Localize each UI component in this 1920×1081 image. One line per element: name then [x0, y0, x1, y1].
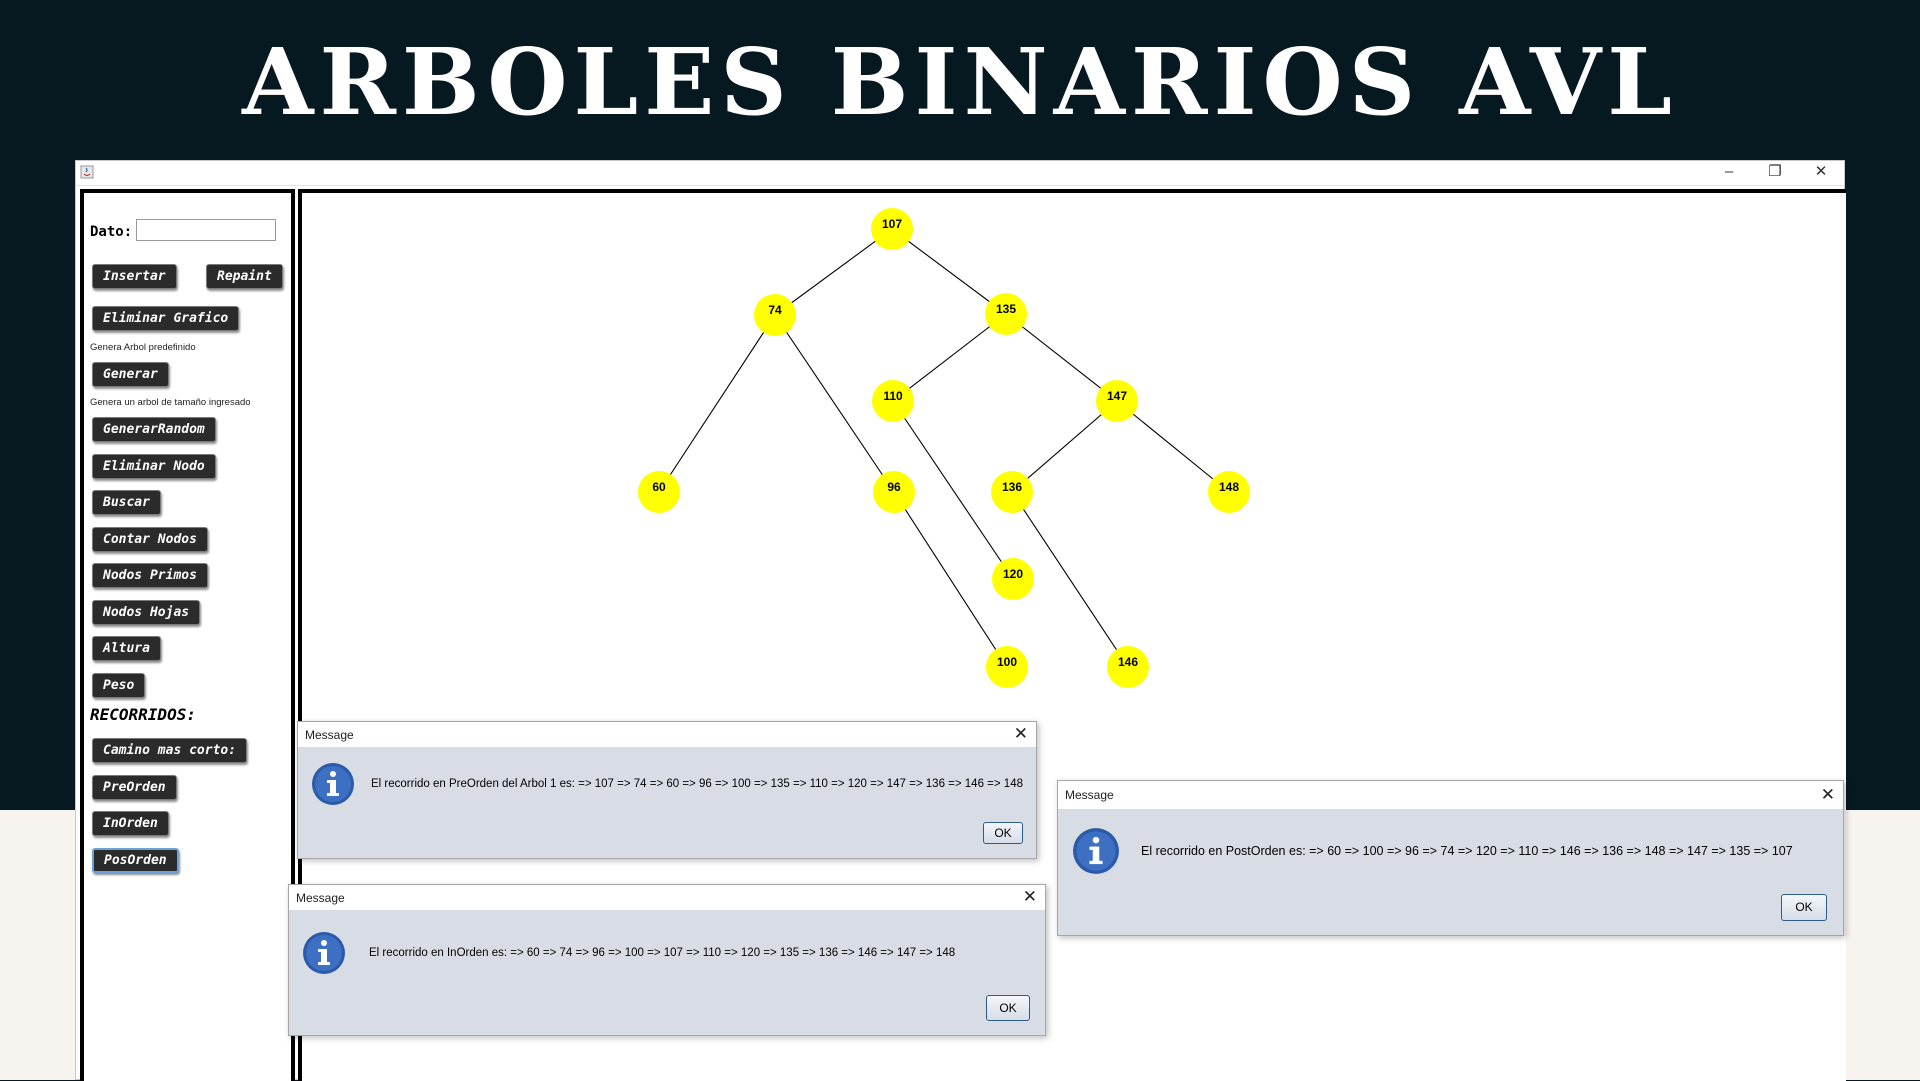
- generar-button[interactable]: Generar: [92, 362, 169, 387]
- inorden-button[interactable]: InOrden: [92, 811, 169, 836]
- minimize-button[interactable]: –: [1706, 161, 1752, 185]
- dialog-titlebar: Message ✕: [1058, 781, 1843, 809]
- tree-node-label: 146: [1118, 655, 1138, 669]
- nodos-hojas-button[interactable]: Nodos Hojas: [92, 600, 201, 625]
- close-icon[interactable]: ✕: [1023, 887, 1037, 907]
- info-icon: [1073, 828, 1119, 874]
- buscar-button[interactable]: Buscar: [92, 490, 161, 515]
- preorden-dialog: Message ✕ El recorrido en PreOrden del A…: [297, 721, 1037, 859]
- ok-button[interactable]: OK: [983, 822, 1023, 844]
- tree-node-label: 60: [652, 480, 666, 494]
- nodos-primos-button[interactable]: Nodos Primos: [92, 563, 208, 588]
- tree-node-107: 107: [871, 208, 913, 250]
- tree-node-100: 100: [986, 646, 1028, 688]
- tree-node-label: 107: [882, 217, 902, 231]
- dialog-title: Message: [296, 891, 345, 905]
- tree-node-136: 136: [991, 471, 1033, 513]
- repaint-button[interactable]: Repaint: [206, 264, 283, 289]
- maximize-button[interactable]: ❐: [1752, 161, 1798, 185]
- info-icon: [312, 763, 354, 805]
- dialog-title: Message: [305, 728, 354, 742]
- close-icon[interactable]: ✕: [1821, 785, 1835, 805]
- tree-node-148: 148: [1208, 471, 1250, 513]
- dialog-message: El recorrido en PreOrden del Arbol 1 es:…: [371, 778, 1023, 790]
- altura-button[interactable]: Altura: [92, 636, 161, 661]
- controls-panel: Dato: Insertar Repaint Eliminar Grafico …: [80, 189, 295, 1081]
- posorden-button[interactable]: PosOrden: [92, 848, 179, 873]
- eliminar-nodo-button[interactable]: Eliminar Nodo: [92, 454, 216, 479]
- dato-label: Dato:: [90, 224, 133, 240]
- eliminar-grafico-button[interactable]: Eliminar Grafico: [92, 306, 240, 331]
- tree-edge: [1116, 400, 1230, 493]
- tree-node-96: 96: [873, 471, 915, 513]
- java-app-icon: [80, 165, 94, 179]
- camino-mas-corto-button[interactable]: Camino mas corto:: [92, 738, 248, 763]
- postorden-dialog: Message ✕ El recorrido en PostOrden es: …: [1057, 780, 1844, 936]
- tree-node-label: 120: [1003, 567, 1023, 581]
- tree-edge: [658, 314, 776, 493]
- tree-node-110: 110: [872, 380, 914, 422]
- tree-node-120: 120: [992, 558, 1034, 600]
- generar-random-hint: Genera un arbol de tamaño ingresado: [90, 397, 251, 408]
- info-icon: [303, 932, 345, 974]
- tree-node-135: 135: [985, 293, 1027, 335]
- banner-title: ARBOLES BINARIOS AVL: [242, 28, 1678, 136]
- tree-edge: [774, 228, 893, 316]
- dialog-message: El recorrido en PostOrden es: => 60 => 1…: [1141, 844, 1793, 858]
- tree-node-74: 74: [754, 294, 796, 336]
- close-window-button[interactable]: ✕: [1798, 161, 1844, 185]
- tree-node-60: 60: [638, 471, 680, 513]
- close-icon[interactable]: ✕: [1014, 724, 1028, 744]
- insertar-button[interactable]: Insertar: [92, 264, 177, 289]
- dialog-message: El recorrido en InOrden es: => 60 => 74 …: [369, 947, 956, 959]
- ok-button[interactable]: OK: [986, 995, 1030, 1021]
- contar-nodos-button[interactable]: Contar Nodos: [92, 527, 208, 552]
- inorden-dialog: Message ✕ El recorrido en InOrden es: =>…: [288, 884, 1046, 1036]
- tree-edge: [1005, 313, 1118, 402]
- tree-node-label: 96: [887, 480, 901, 494]
- dialog-titlebar: Message ✕: [298, 722, 1036, 747]
- tree-node-label: 110: [883, 389, 903, 403]
- tree-node-label: 136: [1002, 480, 1022, 494]
- tree-edge: [892, 313, 1007, 402]
- tree-node-label: 147: [1107, 389, 1127, 403]
- tree-node-label: 74: [768, 303, 782, 317]
- tree-edge: [893, 491, 1008, 668]
- dialog-titlebar: Message ✕: [289, 885, 1045, 910]
- tree-node-label: 148: [1219, 480, 1239, 494]
- preorden-button[interactable]: PreOrden: [92, 775, 177, 800]
- recorridos-label: RECORRIDOS:: [90, 705, 196, 724]
- generar-hint: Genera Arbol predefinido: [90, 342, 196, 353]
- tree-node-147: 147: [1096, 380, 1138, 422]
- tree-edge: [891, 228, 1007, 315]
- tree-node-label: 100: [997, 655, 1017, 669]
- tree-node-146: 146: [1107, 646, 1149, 688]
- peso-button[interactable]: Peso: [92, 673, 146, 698]
- dialog-title: Message: [1065, 788, 1114, 802]
- dato-input[interactable]: [136, 219, 276, 241]
- tree-node-label: 135: [996, 302, 1016, 316]
- generar-random-button[interactable]: GenerarRandom: [92, 417, 216, 442]
- window-titlebar: – ❐ ✕: [76, 161, 1844, 186]
- ok-button[interactable]: OK: [1781, 894, 1827, 921]
